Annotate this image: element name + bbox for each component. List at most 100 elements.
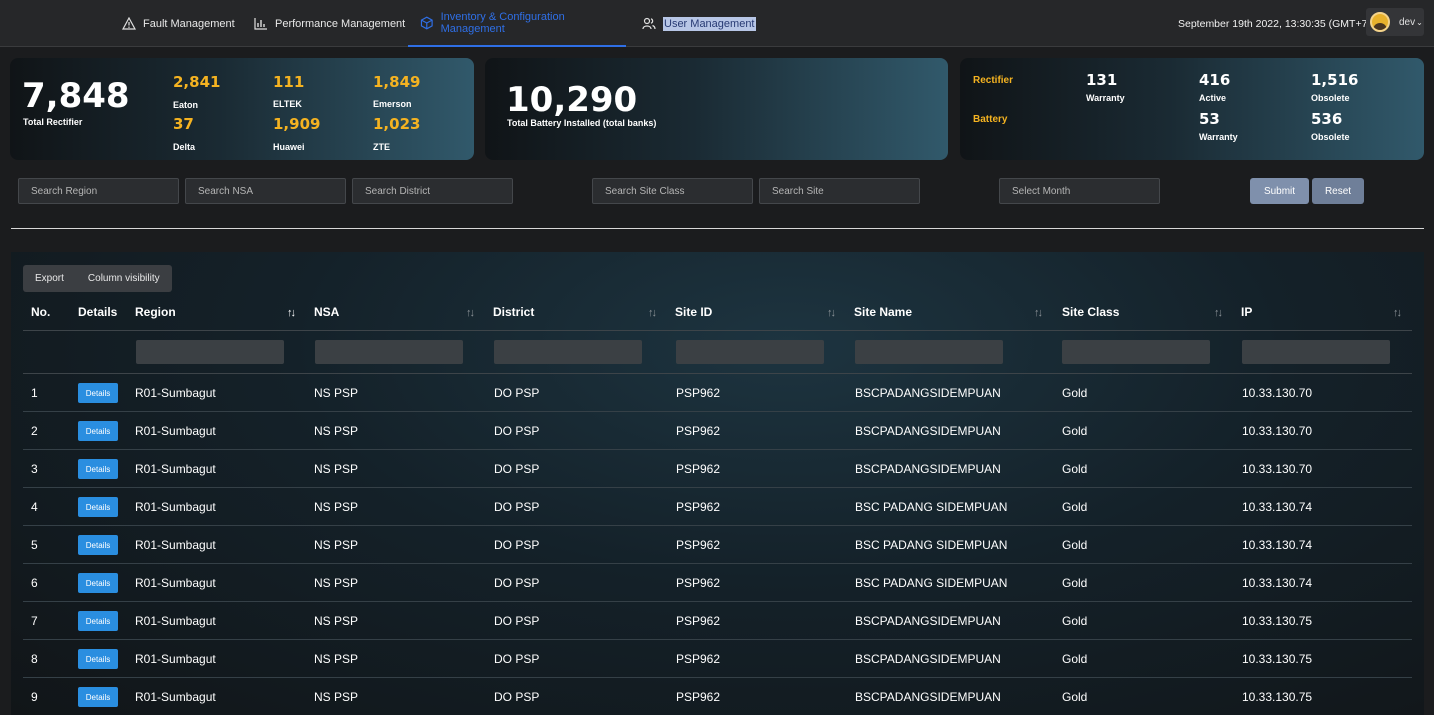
sort-icon[interactable]: ↑↓ [466,307,475,319]
submit-button[interactable]: Submit [1250,178,1309,204]
cell-district: DO PSP [494,576,540,590]
site-name-column-filter[interactable] [855,340,1003,364]
details-button[interactable]: Details [78,383,118,403]
search-nsa-input[interactable] [185,178,346,204]
cell-ip: 10.33.130.75 [1242,652,1313,666]
district-column-filter[interactable] [494,340,642,364]
ip-column-filter[interactable] [1242,340,1390,364]
cell-nsa: NS PSP [314,538,359,552]
vendor-value: 37 [173,115,194,133]
cell-site-class: Gold [1062,652,1088,666]
sort-icon[interactable]: ↑↓ [827,307,836,319]
column-header-site-id[interactable]: Site ID [675,305,712,319]
cell-no: 5 [31,538,38,552]
cell-no: 7 [31,614,38,628]
status-label: Obsolete [1311,93,1350,103]
nav-fault-management[interactable]: Fault Management [122,0,235,47]
cell-district: DO PSP [494,652,540,666]
details-button[interactable]: Details [78,649,118,669]
search-site-input[interactable] [759,178,920,204]
details-button[interactable]: Details [78,611,118,631]
details-button[interactable]: Details [78,421,118,441]
details-button[interactable]: Details [78,459,118,479]
cell-no: 4 [31,500,38,514]
cell-site-class: Gold [1062,462,1088,476]
nav-inventory-configuration[interactable]: Inventory & Configuration Management [408,0,626,47]
status-label: Obsolete [1311,132,1350,142]
select-month-input[interactable] [999,178,1160,204]
cell-district: DO PSP [494,462,540,476]
sort-icon[interactable]: ↑↓ [648,307,657,319]
column-header-site-class[interactable]: Site Class [1062,305,1119,319]
chart-icon [254,18,267,30]
cell-ip: 10.33.130.70 [1242,386,1313,400]
cell-no: 1 [31,386,38,400]
search-region-input[interactable] [18,178,179,204]
cell-ip: 10.33.130.75 [1242,690,1313,704]
sort-icon[interactable]: ↑↓ [1034,307,1043,319]
search-district-input[interactable] [352,178,513,204]
column-visibility-button[interactable]: Column visibility [76,265,172,292]
cell-no: 8 [31,652,38,666]
total-battery-label: Total Battery Installed (total banks) [507,118,657,128]
cell-nsa: NS PSP [314,500,359,514]
export-button[interactable]: Export [23,265,76,292]
search-site-class-input[interactable] [592,178,753,204]
details-button[interactable]: Details [78,687,118,707]
details-button[interactable]: Details [78,497,118,517]
sort-icon[interactable]: ↑↓ [287,307,296,319]
cell-nsa: NS PSP [314,386,359,400]
status-value: 536 [1311,110,1343,128]
site-class-column-filter[interactable] [1062,340,1210,364]
column-header-region[interactable]: Region [135,305,176,319]
vendor-value: 111 [273,73,305,91]
details-button[interactable]: Details [78,535,118,555]
cell-region: R01-Sumbagut [135,424,216,438]
nsa-column-filter[interactable] [315,340,463,364]
site-id-column-filter[interactable] [676,340,824,364]
cell-ip: 10.33.130.70 [1242,462,1313,476]
users-icon [642,17,656,30]
status-value: 1,516 [1311,71,1359,89]
table-row: 4 Details R01-Sumbagut NS PSP DO PSP PSP962 BS… [23,488,1412,526]
cell-district: DO PSP [494,690,540,704]
sort-icon[interactable]: ↑↓ [1214,307,1223,319]
nav-user-management-label: User Management [663,16,756,31]
column-header-site-name[interactable]: Site Name [854,305,912,319]
user-menu[interactable]: dev ⌄ [1366,8,1424,36]
cell-nsa: NS PSP [314,576,359,590]
vendor-label: ELTEK [273,99,302,109]
avatar [1370,12,1390,32]
vendor-value: 1,909 [273,115,321,133]
cell-district: DO PSP [494,386,540,400]
column-header-details: Details [78,305,118,319]
cell-ip: 10.33.130.74 [1242,538,1313,552]
cube-icon [420,16,433,29]
details-button[interactable]: Details [78,573,118,593]
sort-icon[interactable]: ↑↓ [1393,307,1402,319]
cell-site-id: PSP962 [676,538,721,552]
table-row: 1 Details R01-Sumbagut NS PSP DO PSP PSP962 BS… [23,374,1412,412]
vendor-label: Huawei [273,142,305,152]
cell-ip: 10.33.130.70 [1242,424,1313,438]
status-label: Active [1199,93,1227,103]
column-header-ip[interactable]: IP [1241,305,1252,319]
cell-nsa: NS PSP [314,652,359,666]
column-header-nsa[interactable]: NSA [314,305,339,319]
cell-site-name: BSCPADANGSIDEMPUAN [855,614,1001,628]
cell-region: R01-Sumbagut [135,576,216,590]
status-summary-card: Rectifier Battery 131 Warranty 416 Activ… [960,58,1424,160]
cell-site-name: BSCPADANGSIDEMPUAN [855,652,1001,666]
column-header-district[interactable]: District [493,305,534,319]
nav-user-management[interactable]: User Management [642,0,756,47]
region-column-filter[interactable] [136,340,284,364]
cell-no: 3 [31,462,38,476]
table-row: 7 Details R01-Sumbagut NS PSP DO PSP PSP962 BS… [23,602,1412,640]
cell-site-name: BSCPADANGSIDEMPUAN [855,424,1001,438]
cell-ip: 10.33.130.75 [1242,614,1313,628]
reset-button[interactable]: Reset [1312,178,1364,204]
cell-region: R01-Sumbagut [135,690,216,704]
nav-performance-management[interactable]: Performance Management [254,0,405,47]
section-divider [11,228,1424,229]
avatar-body [1373,23,1387,30]
